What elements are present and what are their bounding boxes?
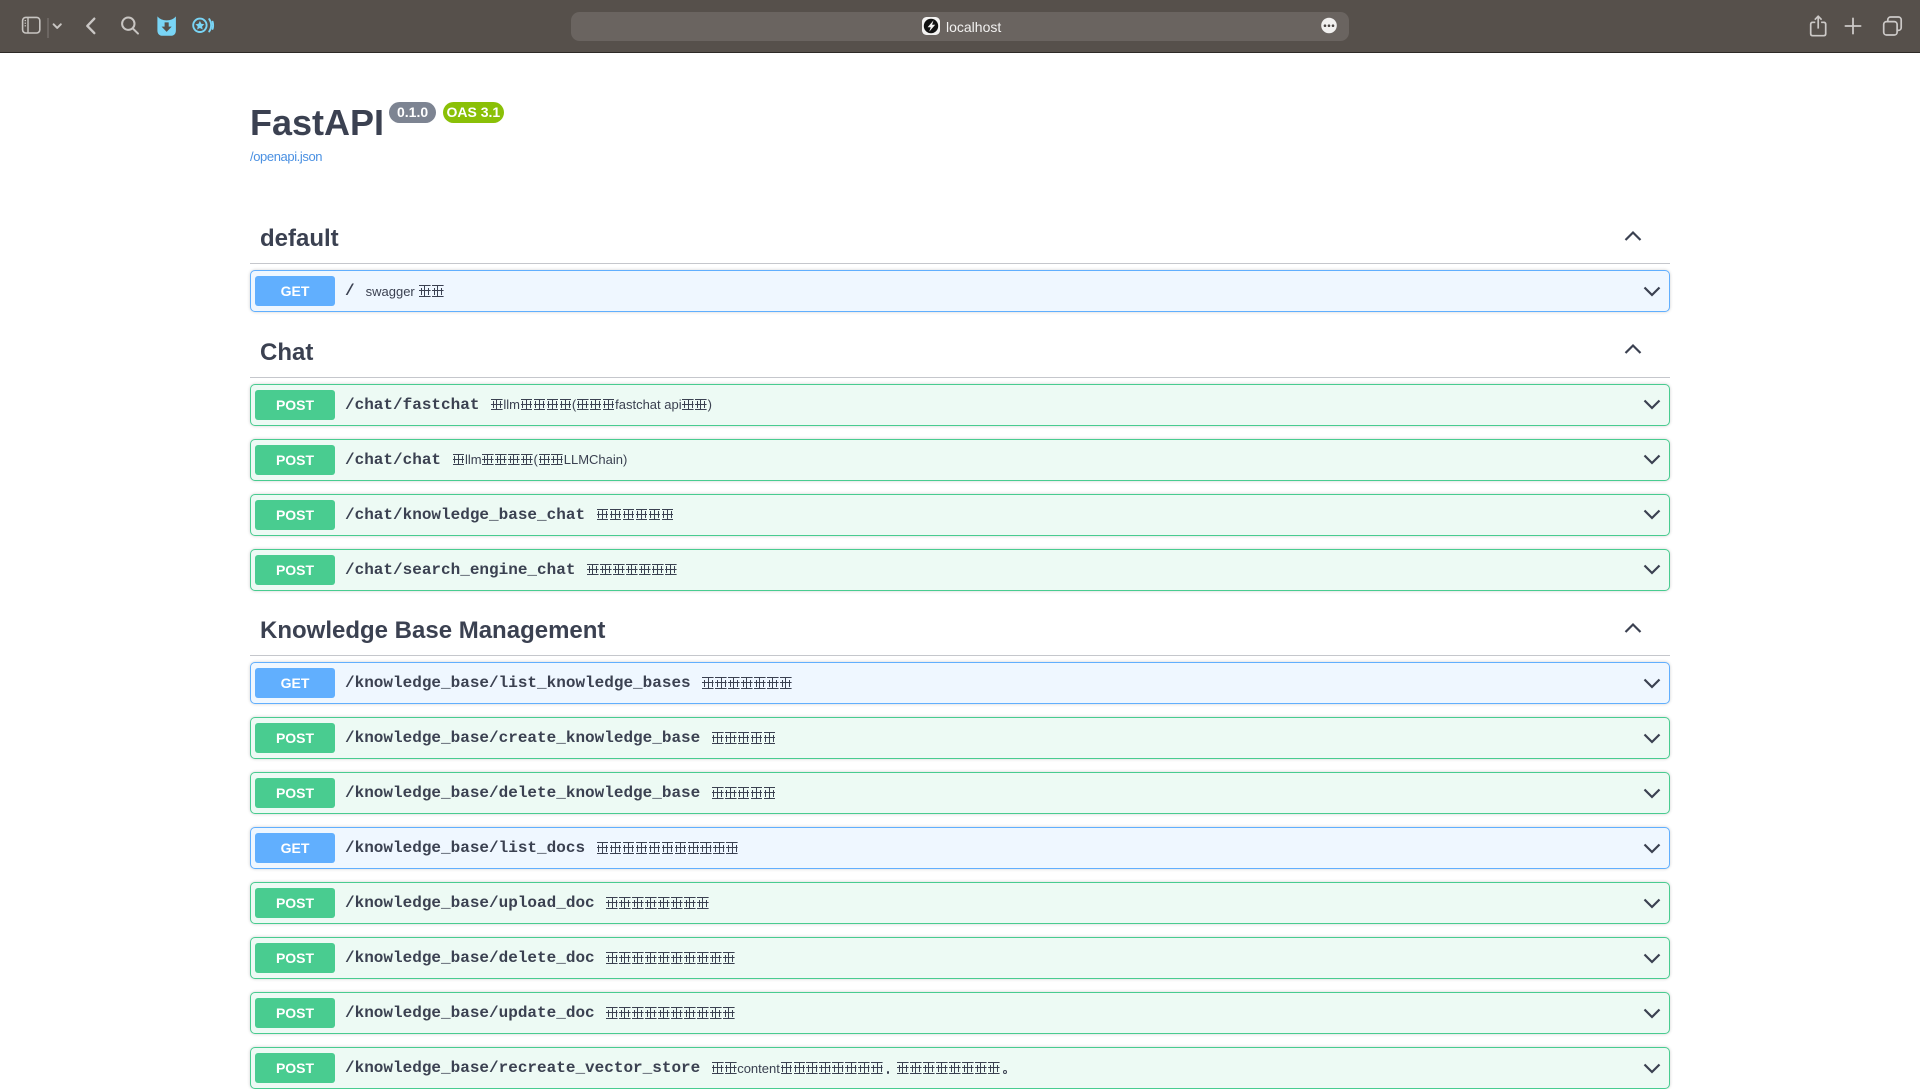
svg-text:localhost: localhost [946, 19, 1001, 35]
